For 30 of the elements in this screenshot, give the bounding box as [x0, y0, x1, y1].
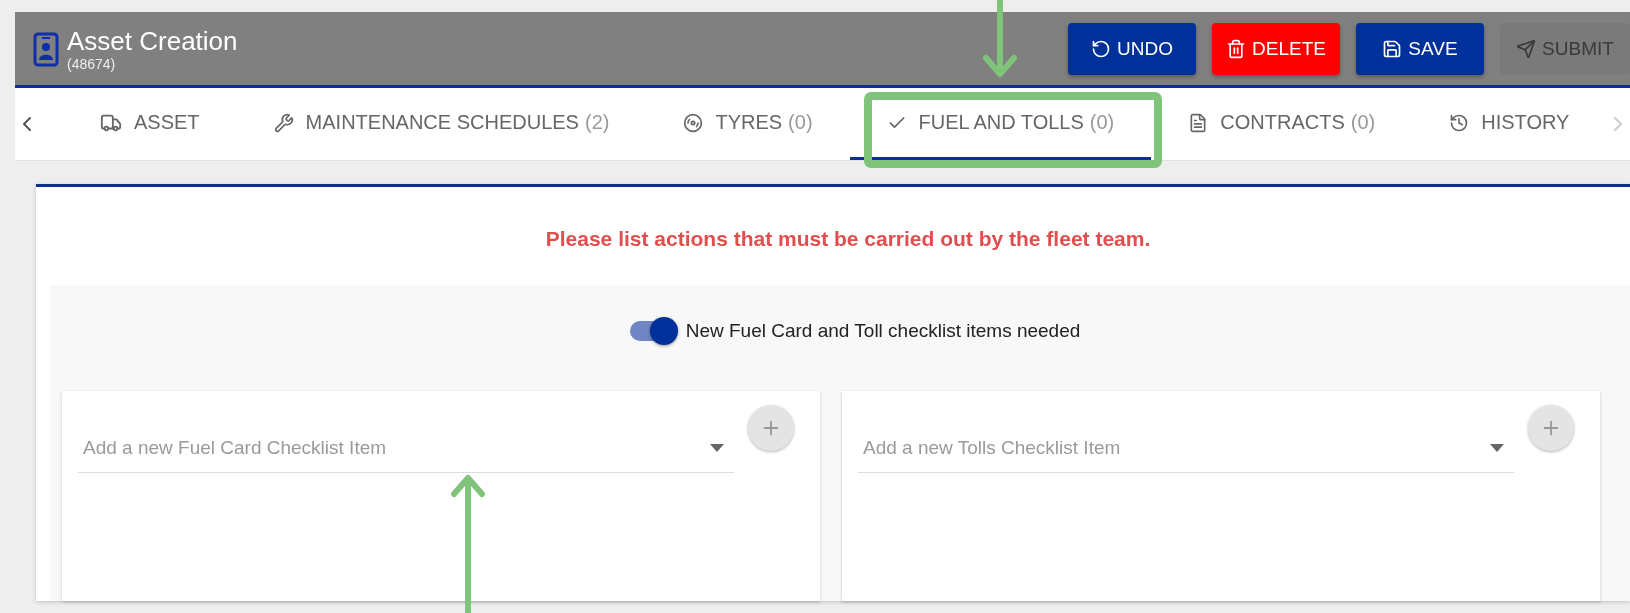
tab[interactable]: ASSET: [63, 88, 237, 160]
save-icon: [1382, 38, 1403, 59]
delete-button[interactable]: DELETE: [1212, 22, 1340, 75]
caret-icon: [710, 443, 724, 452]
instruction-message: Please list actions that must be carried out by the fleet team.: [544, 226, 1152, 252]
tab[interactable]: MAINTENANCE SCHEDULES (2): [236, 88, 647, 160]
add-button[interactable]: [1528, 405, 1574, 451]
send-icon: [1516, 38, 1537, 59]
document-icon: [1188, 112, 1209, 133]
undo-icon: [1091, 38, 1111, 59]
checklist-input[interactable]: Add a new Tolls Checklist Item: [861, 435, 1490, 460]
add-button[interactable]: [748, 405, 794, 451]
checklist-select[interactable]: Add a new Tolls Checklist Item: [858, 423, 1514, 473]
caret-icon: [1490, 443, 1504, 452]
checklist-select[interactable]: Add a new Fuel Card Checklist Item: [78, 423, 734, 473]
record-number: (48674): [67, 55, 117, 72]
save-button[interactable]: SAVE: [1356, 22, 1484, 75]
history-icon: [1449, 112, 1470, 133]
toggle-label: New Fuel Card and Toll checklist items needed: [685, 320, 1081, 342]
undo-button[interactable]: UNDO: [1068, 22, 1196, 75]
tab[interactable]: CONTRACTS (0): [1151, 88, 1413, 160]
tab[interactable]: HISTORY: [1412, 88, 1607, 160]
page-title: Asset Creation: [67, 25, 239, 56]
disc-icon: [683, 112, 704, 133]
wrench-icon: [273, 112, 294, 133]
trash-icon: [1226, 38, 1247, 59]
tab[interactable]: TYRES (0): [646, 88, 850, 160]
id-badge-icon: [33, 30, 59, 67]
tab[interactable]: FUEL AND TOLLS (0): [849, 88, 1152, 160]
checklist-input[interactable]: Add a new Fuel Card Checklist Item: [81, 435, 710, 460]
